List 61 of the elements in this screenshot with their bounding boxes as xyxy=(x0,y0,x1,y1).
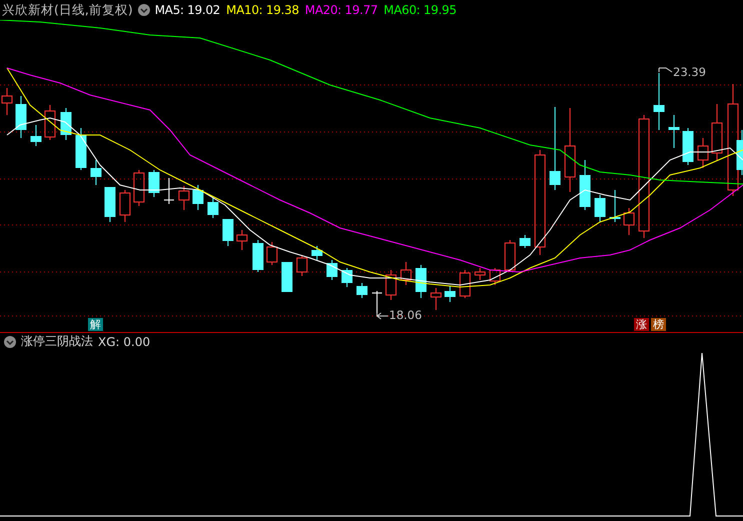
candlestick xyxy=(16,96,26,138)
candlestick xyxy=(654,72,664,130)
candlestick xyxy=(312,246,322,260)
event-marker[interactable]: 榜 xyxy=(651,318,666,331)
candlestick xyxy=(148,170,160,198)
candlestick xyxy=(610,190,620,222)
candlestick xyxy=(372,290,382,314)
ma-reading: MA20: 19.77 xyxy=(304,3,378,17)
candlestick xyxy=(682,128,694,166)
candlestick xyxy=(698,138,708,168)
candlestick xyxy=(580,160,590,210)
candlestick xyxy=(30,124,42,146)
ma-reading: MA5: 19.02 xyxy=(154,3,220,17)
candlestick xyxy=(252,240,264,272)
dropdown-icon[interactable] xyxy=(4,336,16,348)
leader-line xyxy=(376,312,388,320)
candlestick xyxy=(296,254,308,276)
candlestick xyxy=(386,270,396,300)
candlestick xyxy=(60,108,72,140)
candlestick xyxy=(222,218,234,246)
candlestick xyxy=(430,288,442,310)
indicator-reading: XG: 0.00 xyxy=(98,334,150,348)
candlestick xyxy=(76,128,86,170)
candlestick xyxy=(416,264,426,298)
candlestick xyxy=(504,240,516,272)
candlestick xyxy=(712,104,722,160)
candlestick xyxy=(192,184,204,210)
candlestick xyxy=(266,242,278,266)
candlestick xyxy=(120,190,130,222)
ma-reading: MA60: 19.95 xyxy=(384,3,456,17)
leader-line xyxy=(658,68,672,72)
candlestick xyxy=(668,114,680,148)
candlestick xyxy=(2,88,12,116)
high-price-label: 23.39 xyxy=(673,66,706,79)
event-marker[interactable]: 涨 xyxy=(634,318,649,331)
candlestick xyxy=(400,262,412,286)
candlestick xyxy=(164,178,174,204)
candlestick xyxy=(474,268,486,280)
low-price-label: 18.06 xyxy=(389,309,422,322)
candlestick xyxy=(134,170,144,206)
candlestick xyxy=(624,208,634,236)
candlestick xyxy=(282,262,292,292)
candlestick xyxy=(444,286,456,302)
candlestick xyxy=(44,104,56,140)
candlestick xyxy=(178,186,190,210)
candlestick xyxy=(90,160,102,186)
candlestick xyxy=(520,234,530,248)
candlestick xyxy=(104,186,116,222)
stock-title: 兴欣新材(日线,前复权) xyxy=(2,2,133,18)
indicator-title: 涨停三阴战法 xyxy=(21,333,93,350)
candlestick xyxy=(490,268,500,286)
ma-reading: MA10: 19.38 xyxy=(226,3,299,17)
event-marker[interactable]: 解 xyxy=(88,318,103,331)
candlestick xyxy=(342,268,352,288)
candlestick xyxy=(208,198,218,218)
candlestick xyxy=(594,194,606,222)
candlestick xyxy=(326,260,338,280)
candlestick xyxy=(236,230,248,250)
candlestick xyxy=(356,282,368,298)
candlestick xyxy=(460,270,470,298)
dropdown-icon[interactable] xyxy=(138,4,150,16)
